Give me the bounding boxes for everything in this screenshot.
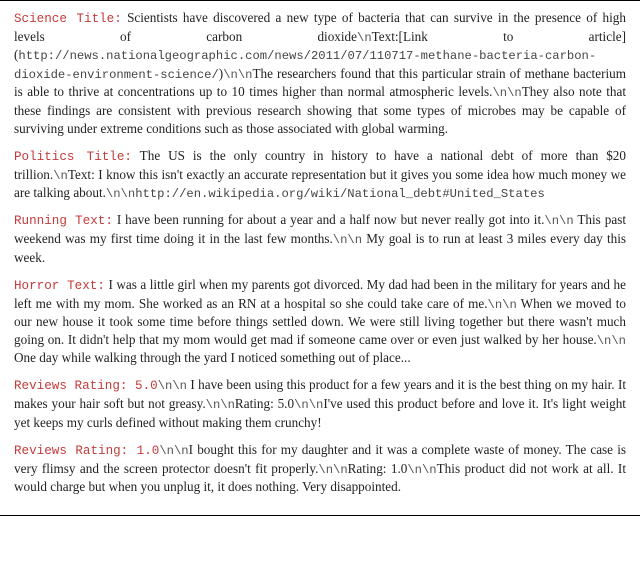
entry-1: Politics Title: The US is the only count… [14,147,626,203]
newline-marker: \n [357,31,372,45]
newline-marker: \n\n [206,398,235,412]
newline-marker: \n\n [407,463,436,477]
entry-prefix: Science Title: [14,12,122,26]
newline-marker: \n\n [597,334,626,348]
newline-marker: \n\n [106,187,135,201]
entry-4: Reviews Rating: 5.0\n\n I have been usin… [14,376,626,431]
document-page: Science Title: Scientists have discovere… [0,0,640,516]
body-text: One day while walking through the yard I… [14,350,411,365]
entry-2: Running Text: I have been running for ab… [14,211,626,266]
entry-prefix: Politics Title: [14,150,132,164]
entry-prefix: Reviews Rating: 1.0 [14,444,159,458]
newline-marker: \n\n [488,298,517,312]
newline-marker: \n\n [544,214,573,228]
body-text: Rating: 5.0 [235,396,294,411]
newline-marker: \n\n [294,398,323,412]
entry-5: Reviews Rating: 1.0\n\nI bought this for… [14,441,626,496]
entry-prefix: Horror Text: [14,279,105,293]
body-text: I have been running for about a year and… [113,212,545,227]
newline-marker: \n\n [158,379,187,393]
entry-3: Horror Text: I was a little girl when my… [14,276,626,368]
body-text: Rating: 1.0 [348,461,408,476]
newline-marker: \n [53,169,68,183]
url-text: http://en.wikipedia.org/wiki/National_de… [135,187,545,201]
newline-marker: \n\n [159,444,188,458]
newline-marker: \n\n [223,68,252,82]
entry-prefix: Reviews Rating: 5.0 [14,379,158,393]
entry-prefix: Running Text: [14,214,113,228]
newline-marker: \n\n [318,463,347,477]
entry-0: Science Title: Scientists have discovere… [14,9,626,138]
newline-marker: \n\n [492,86,521,100]
newline-marker: \n\n [333,233,362,247]
